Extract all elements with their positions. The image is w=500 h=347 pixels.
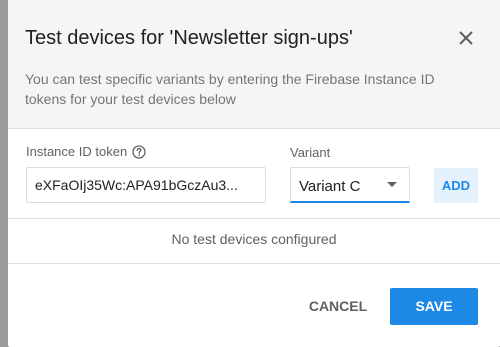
dialog-title: Test devices for 'Newsletter sign-ups': [25, 27, 353, 49]
cancel-button[interactable]: CANCEL: [300, 289, 376, 323]
variant-selected-value: Variant C: [299, 178, 361, 195]
test-devices-dialog: Test devices for 'Newsletter sign-ups' Y…: [8, 0, 500, 347]
close-icon: [459, 31, 473, 45]
close-button[interactable]: [452, 24, 480, 52]
instance-id-token-input[interactable]: [26, 167, 266, 203]
dialog-header: Test devices for 'Newsletter sign-ups' Y…: [8, 0, 500, 128]
page-background-edge: [0, 0, 8, 347]
chevron-down-icon: [387, 182, 397, 187]
footer-divider: [8, 263, 500, 264]
form-divider: [8, 218, 500, 219]
empty-devices-message: No test devices configured: [171, 231, 337, 247]
add-device-button[interactable]: ADD: [434, 168, 478, 203]
variant-label: Variant: [290, 145, 331, 160]
help-circle-icon[interactable]: [132, 144, 146, 159]
instance-id-token-label: Instance ID token: [26, 144, 146, 159]
header-divider: [8, 128, 500, 129]
variant-select[interactable]: Variant C: [290, 167, 410, 203]
save-button[interactable]: SAVE: [390, 288, 478, 325]
dialog-description: You can test specific variants by enteri…: [25, 71, 435, 107]
instance-id-token-label-text: Instance ID token: [26, 144, 128, 159]
